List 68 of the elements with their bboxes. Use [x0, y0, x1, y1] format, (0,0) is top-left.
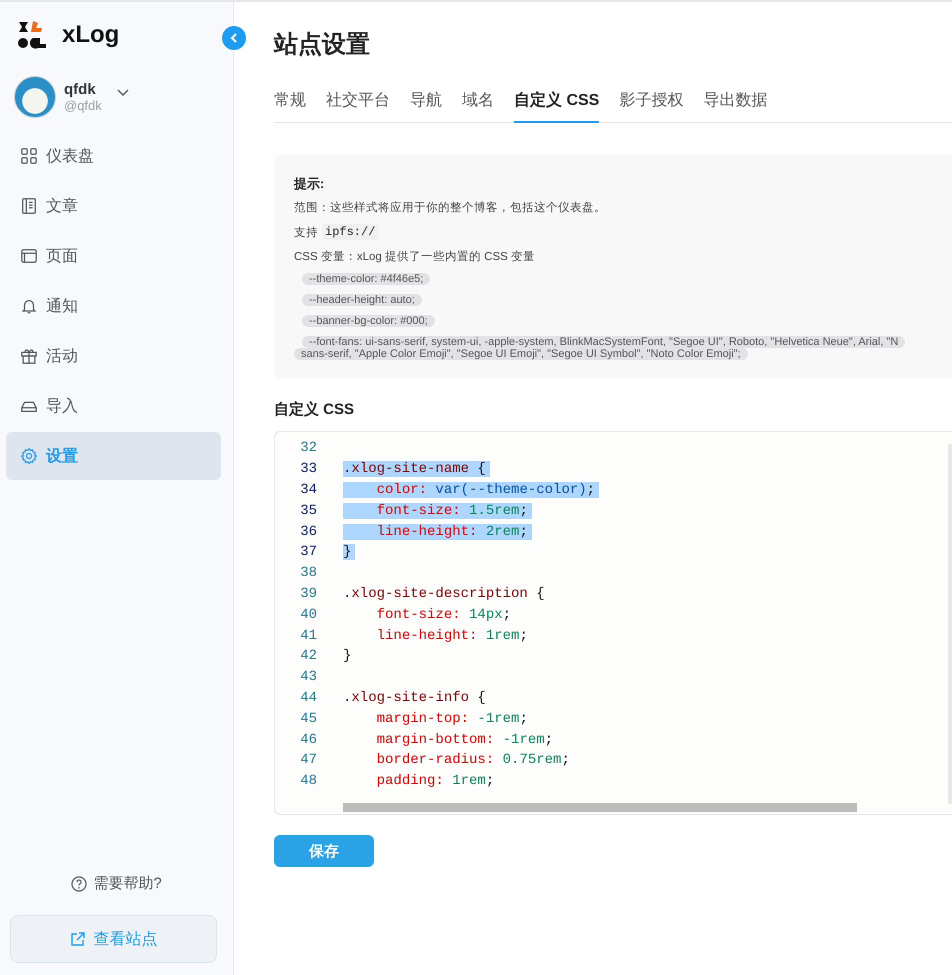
- variable-code: --header-height: auto;: [302, 294, 422, 306]
- line-number: 38: [299, 565, 317, 582]
- code-line: border-radius: 0.75rem;: [376, 752, 571, 768]
- inline-code: ipfs://: [322, 224, 378, 240]
- code-line: .xlog-site-info {: [343, 690, 487, 706]
- line-number: 42: [299, 648, 317, 664]
- line-number: 44: [299, 690, 317, 706]
- tab[interactable]: 影子授权: [619, 90, 684, 123]
- variable-code: sans-serif, "Apple Color Emoji", "Segoe UI Emoji", "Segoe UI Symbol", "Noto Color Emoji";: [294, 348, 748, 360]
- tab[interactable]: 常规: [274, 90, 306, 123]
- variable-code: --font-fans: ui-sans-serif, system-ui, -apple-system, BlinkMacSystemFont, "Segoe UI", Roboto, "Helvetica Neue", Arial, "N: [302, 336, 906, 348]
- line-number: 45: [299, 710, 317, 727]
- external-link-icon: [70, 931, 86, 947]
- brand-name: xLog: [62, 21, 120, 49]
- scrollbar[interactable]: [343, 803, 857, 812]
- tips-heading: 提示:: [294, 175, 326, 193]
- variable-code: --banner-bg-color: #000;: [302, 315, 435, 327]
- line-number: 39: [299, 586, 317, 602]
- collapse-button[interactable]: [222, 26, 246, 50]
- avatar[interactable]: [14, 76, 56, 118]
- variables-intro: CSS 变量：xLog 提供了一些内置的 CSS 变量: [294, 249, 536, 264]
- line-number: 32: [299, 440, 317, 456]
- line-number: 48: [299, 773, 317, 790]
- tab[interactable]: 导航: [410, 90, 442, 123]
- line-number: 43: [299, 669, 317, 686]
- line-number: 35: [299, 502, 317, 519]
- support-label: 支持: [294, 226, 318, 240]
- nav-item[interactable]: 文章: [6, 182, 221, 230]
- nav-item[interactable]: 活动: [6, 332, 221, 380]
- tab[interactable]: 导出数据: [703, 90, 768, 123]
- tab[interactable]: 社交平台: [326, 90, 390, 123]
- settings-icon: [20, 447, 38, 465]
- line-number: 34: [299, 482, 317, 498]
- line-number: 36: [299, 524, 317, 540]
- code-line: }: [343, 648, 352, 664]
- line-number: 37: [299, 544, 317, 560]
- document-icon: [20, 197, 38, 215]
- line-number: 33: [299, 461, 317, 478]
- tab[interactable]: 域名: [462, 90, 494, 123]
- editor-label: 自定义 CSS: [274, 400, 356, 419]
- line-number: 46: [299, 732, 317, 748]
- nav-item[interactable]: 页面: [6, 232, 221, 280]
- code-line: font-size: 14px;: [376, 606, 512, 623]
- gift-icon: [20, 347, 38, 365]
- window-icon: [20, 247, 38, 265]
- code-editor[interactable]: [274, 431, 952, 815]
- line-number: 47: [299, 752, 317, 768]
- tab[interactable]: 自定义 CSS: [514, 90, 600, 123]
- user-name: qfdk: [64, 81, 97, 98]
- help-link[interactable]: 需要帮助?: [0, 874, 233, 893]
- question-icon: [71, 876, 88, 892]
- code-line: margin-top: -1rem;: [376, 710, 529, 727]
- page-title: 站点设置: [274, 30, 371, 60]
- line-number: 40: [299, 606, 317, 623]
- bell-icon: [20, 297, 38, 315]
- code-line: line-height: 1rem;: [376, 628, 529, 644]
- nav-item[interactable]: 仪表盘: [6, 132, 221, 180]
- code-line: padding: 1rem;: [376, 773, 496, 790]
- line-number: 41: [299, 628, 317, 644]
- nav-item[interactable]: 通知: [6, 282, 221, 330]
- code-line: .xlog-site-description {: [343, 586, 546, 602]
- variable-code: --theme-color: #4f46e5;: [302, 273, 430, 285]
- scope-text: 范围：这些样式将应用于你的整个博客，包括这个仪表盘。: [294, 200, 607, 215]
- code-line: margin-bottom: -1rem;: [376, 732, 554, 748]
- logo-icon: [18, 20, 48, 50]
- user-handle: @qfdk: [64, 98, 102, 113]
- nav-item[interactable]: 导入: [6, 382, 221, 430]
- grid-icon: [20, 147, 38, 165]
